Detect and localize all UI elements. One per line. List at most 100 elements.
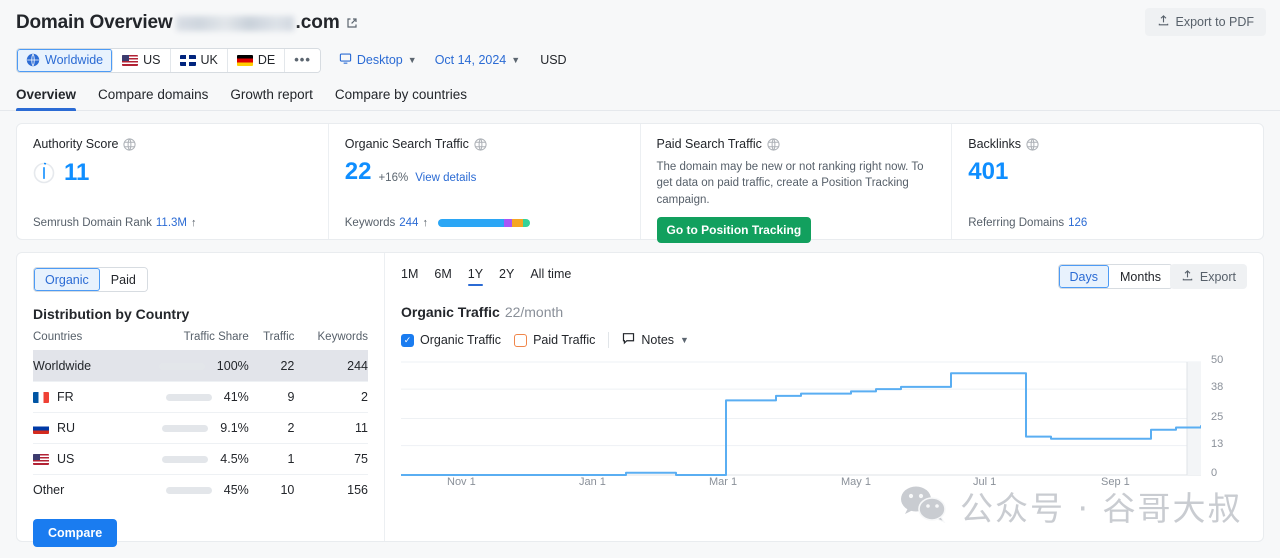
filter-bar: Worldwide US UK DE ••• Desktop ▼ Oct 14,… [16,47,1264,73]
organic-traffic-title-row: Organic Search Traffic [345,137,624,151]
organic-traffic-chart[interactable]: 50 38 25 13 0 Nov 1 Jan 1 Mar 1 May 1 Jul 1 Sep 1 [401,354,1247,488]
tab-compare-domains[interactable]: Compare domains [98,87,208,110]
cell-traffic-share: 100% [117,350,249,382]
location-us[interactable]: US [113,48,171,72]
traffic-share-bar [162,455,209,463]
range-1y[interactable]: 1Y [467,267,484,286]
metric-cards: Authority Score 11 Semrush Domain Rank 1… [16,123,1264,243]
info-icon[interactable] [1026,137,1039,151]
device-selector[interactable]: Desktop ▼ [339,52,417,68]
legend-paid-label: Paid Traffic [533,333,596,347]
cell-keywords[interactable]: 2 [294,381,368,413]
compare-button[interactable]: Compare [33,519,118,547]
chart-export-label: Export [1199,269,1236,284]
location-worldwide-label: Worldwide [45,53,104,67]
traffic-share-value: 41% [223,390,249,404]
external-link-icon[interactable] [346,17,358,29]
notes-dropdown[interactable]: Notes ▼ [622,332,689,348]
x-tick-label: May 1 [841,476,871,488]
location-more-button[interactable]: ••• [285,48,320,72]
legend-organic-traffic[interactable]: ✓ Organic Traffic [401,333,501,347]
tab-growth-report[interactable]: Growth report [230,87,313,110]
organic-traffic-value-row: 22 +16% View details [345,160,624,185]
country-label: Other [33,483,65,497]
x-tick-label: Nov 1 [447,476,476,488]
table-row[interactable]: Other 45% 10 156 [33,474,368,505]
cell-keywords[interactable]: 11 [294,412,368,444]
main-panel: Organic Paid Distribution by Country Cou… [16,252,1264,547]
x-tick-label: Sep 1 [1101,476,1130,488]
range-6m[interactable]: 6M [434,267,451,285]
notes-label: Notes [641,333,675,347]
authority-score-title-row: Authority Score [33,137,312,151]
chevron-down-icon: ▼ [511,55,521,65]
range-1m[interactable]: 1M [401,267,418,285]
traffic-share-bar [162,424,209,432]
table-row[interactable]: US 4.5% 1 75 [33,443,368,475]
date-selector[interactable]: Oct 14, 2024 ▼ [435,53,521,67]
info-icon[interactable] [123,137,137,151]
domain-rank-value: 11.3M [155,217,187,229]
cell-traffic-share: 45% [117,474,249,505]
flag-fr-icon [33,391,49,403]
traffic-share-value: 100% [216,359,249,373]
export-to-pdf-button[interactable]: Export to PDF [1144,8,1266,36]
toggle-paid[interactable]: Paid [99,268,147,291]
keywords-bar-segment-1 [504,219,512,227]
cell-traffic[interactable]: 2 [248,412,295,444]
chevron-down-icon: ▼ [680,335,689,345]
checkbox-checked-icon: ✓ [401,333,414,347]
chart-subvalue: 22/month [504,304,564,320]
cell-country: US [33,443,118,475]
y-tick-label: 25 [1211,410,1224,423]
note-icon [622,332,635,348]
range-all-time[interactable]: All time [530,267,571,285]
go-to-position-tracking-button[interactable]: Go to Position Tracking [656,216,812,243]
chevron-down-icon: ▼ [407,55,417,65]
location-us-label: US [143,53,161,67]
chart-export-button[interactable]: Export [1169,264,1247,289]
x-tick-label: Jan 1 [579,476,606,488]
table-row[interactable]: RU 9.1% 2 11 [33,412,368,444]
chart-heading: Organic Traffic 22/month [401,304,1247,320]
granularity-months[interactable]: Months [1109,265,1172,288]
info-icon[interactable] [767,137,780,151]
y-tick-label: 50 [1211,354,1224,366]
legend-paid-traffic[interactable]: Paid Traffic [514,333,595,347]
chart-y-axis: 50 38 25 13 0 [1211,350,1251,483]
export-to-pdf-label: Export to PDF [1175,15,1255,29]
table-row[interactable]: Worldwide 100% 22 244 [33,350,368,382]
keywords-distribution-bar [437,219,530,227]
upload-icon [1157,14,1170,30]
nav-tabs: Overview Compare domains Growth report C… [0,87,1280,111]
tab-overview[interactable]: Overview [16,87,77,111]
location-uk[interactable]: UK [170,48,228,72]
location-de[interactable]: DE [227,48,286,72]
keywords-bar-segment-3 [523,219,530,227]
view-details-link[interactable]: View details [415,172,476,184]
trend-up-icon: ↑ [191,217,197,229]
paid-traffic-title-row: Paid Search Traffic [657,137,936,151]
distribution-table: Countries Traffic Share Traffic Keywords… [33,331,368,505]
cell-traffic[interactable]: 9 [248,381,295,413]
referring-domains-label: Referring Domains [968,217,1065,229]
organic-keywords-footer: Keywords 244 ↑ [345,217,624,229]
cell-keywords[interactable]: 75 [294,443,368,475]
info-icon[interactable] [474,137,487,151]
table-row[interactable]: FR 41% 9 2 [33,381,368,413]
range-2y[interactable]: 2Y [499,267,514,285]
location-worldwide[interactable]: Worldwide [17,48,114,72]
referring-domains-footer: Referring Domains 126 [968,217,1247,229]
col-keywords: Keywords [317,331,369,343]
cell-traffic[interactable]: 1 [248,443,295,475]
date-label: Oct 14, 2024 [434,53,507,67]
cell-country: FR [33,381,118,413]
organic-traffic-line [401,373,1201,475]
toggle-organic[interactable]: Organic [34,268,100,291]
granularity-days[interactable]: Days [1058,265,1109,288]
backlinks-value: 401 [968,158,1009,185]
tab-compare-by-countries[interactable]: Compare by countries [335,87,467,110]
x-tick-label: Jul 1 [973,476,997,488]
keywords-label: Keywords [344,217,396,229]
authority-score-value-row: 11 [33,161,312,185]
